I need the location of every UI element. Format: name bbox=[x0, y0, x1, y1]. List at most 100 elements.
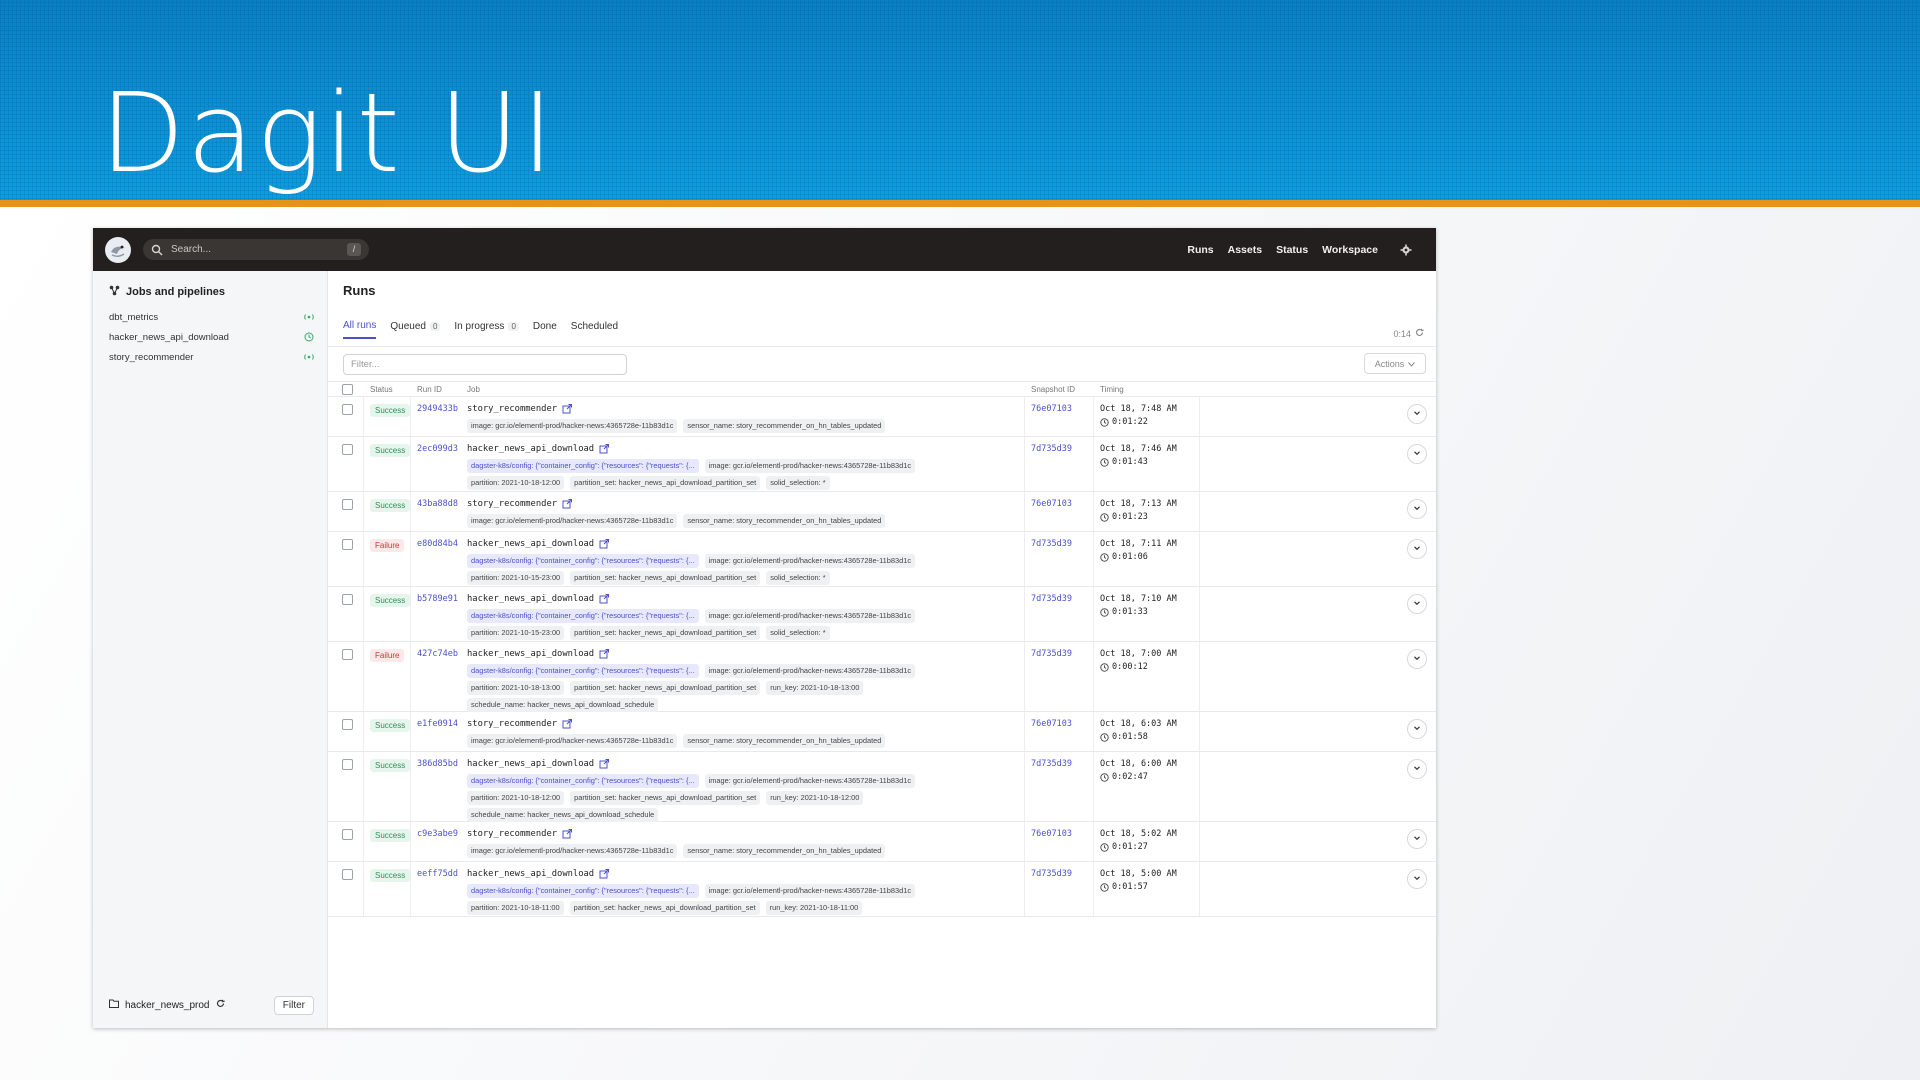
run-id-link[interactable]: b5789e91 bbox=[417, 594, 458, 604]
external-link-icon[interactable] bbox=[562, 829, 573, 839]
runs-filter-input[interactable]: Filter... bbox=[343, 354, 627, 375]
run-tag[interactable]: dagster-k8s/config: {"container_config":… bbox=[467, 664, 699, 678]
row-checkbox[interactable] bbox=[342, 719, 353, 730]
sidebar-job-item[interactable]: story_recommender bbox=[109, 347, 314, 367]
sidebar-job-item[interactable]: hacker_news_api_download bbox=[109, 327, 314, 347]
run-tag[interactable]: image: gcr.io/elementl-prod/hacker-news:… bbox=[704, 459, 916, 473]
snapshot-id-link[interactable]: 76e07103 bbox=[1031, 719, 1072, 729]
run-tag[interactable]: run_key: 2021-10-18-11:00 bbox=[765, 901, 863, 915]
job-name-link[interactable]: hacker_news_api_download bbox=[467, 649, 594, 659]
row-menu-button[interactable] bbox=[1407, 404, 1427, 424]
row-menu-button[interactable] bbox=[1407, 499, 1427, 519]
reload-icon[interactable] bbox=[216, 999, 225, 1011]
run-tag[interactable]: dagster-k8s/config: {"container_config":… bbox=[467, 459, 699, 473]
run-tag[interactable]: image: gcr.io/elementl-prod/hacker-news:… bbox=[704, 554, 916, 568]
tab-queued[interactable]: Queued 0 bbox=[390, 320, 441, 339]
row-checkbox[interactable] bbox=[342, 869, 353, 880]
run-tag[interactable]: image: gcr.io/elementl-prod/hacker-news:… bbox=[467, 734, 678, 748]
job-name-link[interactable]: hacker_news_api_download bbox=[467, 869, 594, 879]
job-name-link[interactable]: hacker_news_api_download bbox=[467, 539, 594, 549]
row-checkbox[interactable] bbox=[342, 499, 353, 510]
snapshot-id-link[interactable]: 76e07103 bbox=[1031, 404, 1072, 414]
external-link-icon[interactable] bbox=[562, 404, 573, 414]
run-tag[interactable]: partition: 2021-10-18-11:00 bbox=[467, 901, 564, 915]
run-id-link[interactable]: 427c74eb bbox=[417, 649, 458, 659]
snapshot-id-link[interactable]: 7d735d39 bbox=[1031, 594, 1072, 604]
run-tag[interactable]: partition: 2021-10-18-12:00 bbox=[467, 791, 565, 805]
snapshot-id-link[interactable]: 7d735d39 bbox=[1031, 539, 1072, 549]
snapshot-id-link[interactable]: 76e07103 bbox=[1031, 829, 1072, 839]
run-tag[interactable]: partition_set: hacker_news_api_download_… bbox=[569, 901, 760, 915]
external-link-icon[interactable] bbox=[562, 719, 573, 729]
run-tag[interactable]: sensor_name: story_recommender_on_hn_tab… bbox=[683, 514, 886, 528]
row-menu-button[interactable] bbox=[1407, 759, 1427, 779]
run-tag[interactable]: dagster-k8s/config: {"container_config":… bbox=[467, 884, 699, 898]
row-menu-button[interactable] bbox=[1407, 594, 1427, 614]
refresh-countdown[interactable]: 0:14 bbox=[1393, 328, 1424, 339]
actions-dropdown[interactable]: Actions bbox=[1364, 353, 1426, 374]
tab-all-runs[interactable]: All runs bbox=[343, 320, 377, 339]
run-tag[interactable]: partition: 2021-10-15-23:00 bbox=[467, 626, 565, 640]
run-tag[interactable]: sensor_name: story_recommender_on_hn_tab… bbox=[683, 734, 886, 748]
row-menu-button[interactable] bbox=[1407, 539, 1427, 559]
run-tag[interactable]: schedule_name: hacker_news_api_download_… bbox=[467, 698, 659, 712]
run-id-link[interactable]: c9e3abe9 bbox=[417, 829, 458, 839]
run-tag[interactable]: solid_selection: * bbox=[766, 626, 830, 640]
external-link-icon[interactable] bbox=[599, 539, 610, 549]
run-tag[interactable]: partition_set: hacker_news_api_download_… bbox=[570, 571, 761, 585]
external-link-icon[interactable] bbox=[599, 444, 610, 454]
dagster-logo-icon[interactable] bbox=[105, 237, 131, 263]
nav-workspace[interactable]: Workspace bbox=[1322, 244, 1378, 256]
run-id-link[interactable]: 2949433b bbox=[417, 404, 458, 414]
run-tag[interactable]: partition_set: hacker_news_api_download_… bbox=[570, 476, 761, 490]
job-name-link[interactable]: story_recommender bbox=[467, 829, 557, 839]
nav-status[interactable]: Status bbox=[1276, 244, 1308, 256]
job-name-link[interactable]: story_recommender bbox=[467, 719, 557, 729]
row-checkbox[interactable] bbox=[342, 829, 353, 840]
run-id-link[interactable]: eeff75dd bbox=[417, 869, 458, 879]
job-name-link[interactable]: hacker_news_api_download bbox=[467, 594, 594, 604]
run-tag[interactable]: partition_set: hacker_news_api_download_… bbox=[570, 791, 761, 805]
row-checkbox[interactable] bbox=[342, 404, 353, 415]
settings-gear-icon[interactable] bbox=[1400, 244, 1412, 256]
snapshot-id-link[interactable]: 76e07103 bbox=[1031, 499, 1072, 509]
row-checkbox[interactable] bbox=[342, 649, 353, 660]
run-id-link[interactable]: 43ba88d8 bbox=[417, 499, 458, 509]
repository-selector[interactable]: hacker_news_prod bbox=[109, 999, 225, 1011]
run-tag[interactable]: image: gcr.io/elementl-prod/hacker-news:… bbox=[704, 884, 916, 898]
row-checkbox[interactable] bbox=[342, 444, 353, 455]
job-name-link[interactable]: story_recommender bbox=[467, 499, 557, 509]
row-menu-button[interactable] bbox=[1407, 444, 1427, 464]
run-tag[interactable]: dagster-k8s/config: {"container_config":… bbox=[467, 554, 699, 568]
run-tag[interactable]: image: gcr.io/elementl-prod/hacker-news:… bbox=[704, 774, 916, 788]
filter-button[interactable]: Filter bbox=[273, 995, 314, 1015]
run-tag[interactable]: image: gcr.io/elementl-prod/hacker-news:… bbox=[467, 844, 678, 858]
row-menu-button[interactable] bbox=[1407, 649, 1427, 669]
job-name-link[interactable]: hacker_news_api_download bbox=[467, 759, 594, 769]
run-tag[interactable]: image: gcr.io/elementl-prod/hacker-news:… bbox=[704, 609, 916, 623]
run-tag[interactable]: sensor_name: story_recommender_on_hn_tab… bbox=[683, 844, 886, 858]
nav-assets[interactable]: Assets bbox=[1228, 244, 1262, 256]
run-tag[interactable]: run_key: 2021-10-18-12:00 bbox=[766, 791, 864, 805]
row-menu-button[interactable] bbox=[1407, 869, 1427, 889]
tab-scheduled[interactable]: Scheduled bbox=[571, 320, 618, 339]
run-tag[interactable]: partition_set: hacker_news_api_download_… bbox=[570, 626, 761, 640]
run-id-link[interactable]: e1fe0914 bbox=[417, 719, 458, 729]
run-tag[interactable]: partition: 2021-10-15-23:00 bbox=[467, 571, 565, 585]
run-tag[interactable]: partition: 2021-10-18-13:00 bbox=[467, 681, 565, 695]
run-tag[interactable]: solid_selection: * bbox=[766, 476, 830, 490]
run-id-link[interactable]: 386d85bd bbox=[417, 759, 458, 769]
snapshot-id-link[interactable]: 7d735d39 bbox=[1031, 649, 1072, 659]
job-name-link[interactable]: hacker_news_api_download bbox=[467, 444, 594, 454]
run-tag[interactable]: run_key: 2021-10-18-13:00 bbox=[766, 681, 864, 695]
row-menu-button[interactable] bbox=[1407, 829, 1427, 849]
tab-done[interactable]: Done bbox=[533, 320, 557, 339]
run-tag[interactable]: image: gcr.io/elementl-prod/hacker-news:… bbox=[704, 664, 916, 678]
run-tag[interactable]: solid_selection: * bbox=[766, 571, 830, 585]
run-tag[interactable]: image: gcr.io/elementl-prod/hacker-news:… bbox=[467, 419, 678, 433]
run-tag[interactable]: dagster-k8s/config: {"container_config":… bbox=[467, 774, 699, 788]
external-link-icon[interactable] bbox=[599, 649, 610, 659]
run-id-link[interactable]: e80d84b4 bbox=[417, 539, 458, 549]
row-menu-button[interactable] bbox=[1407, 719, 1427, 739]
run-tag[interactable]: partition: 2021-10-18-12:00 bbox=[467, 476, 565, 490]
